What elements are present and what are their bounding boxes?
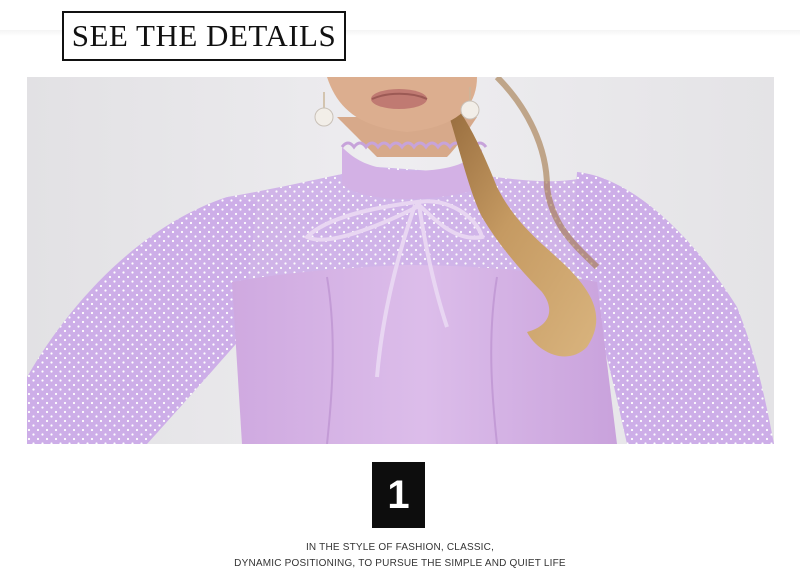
section-heading-box: SEE THE DETAILS: [62, 11, 346, 61]
caption-line-2: DYNAMIC POSITIONING, TO PURSUE THE SIMPL…: [234, 558, 566, 569]
detail-number-badge: 1: [372, 462, 425, 528]
product-detail-illustration: [27, 77, 774, 444]
section-heading: SEE THE DETAILS: [71, 18, 337, 53]
detail-number: 1: [387, 472, 410, 517]
caption-line-1: IN THE STYLE OF FASHION, CLASSIC,: [305, 542, 495, 553]
product-detail-photo: [27, 77, 774, 444]
